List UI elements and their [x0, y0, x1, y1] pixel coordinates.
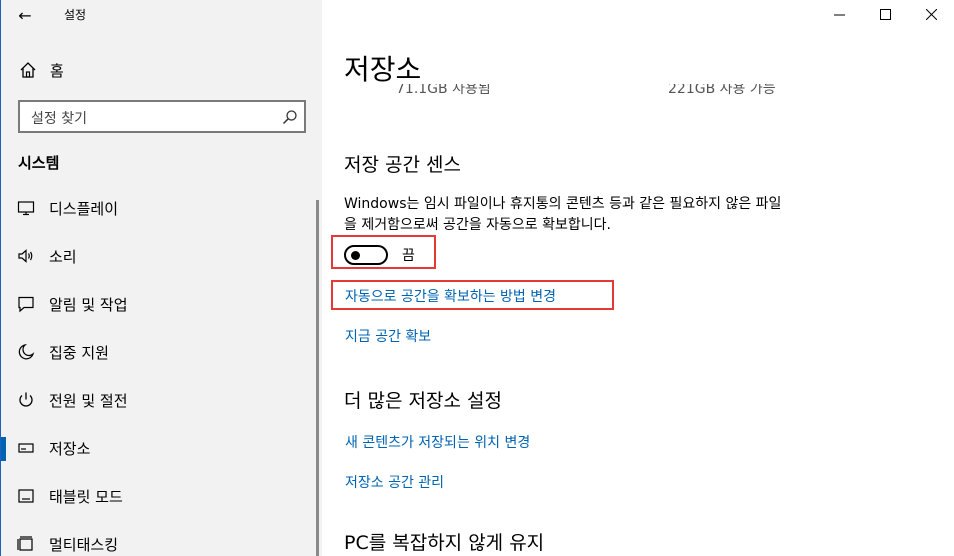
storage-sense-toggle[interactable] [344, 245, 388, 265]
window-controls [816, 0, 954, 30]
sidebar-scrollbar[interactable] [316, 200, 319, 556]
usage-used: 71.1GB 사용됨 [396, 84, 491, 97]
change-save-location-link[interactable]: 새 콘텐츠가 저장되는 위치 변경 [345, 432, 530, 452]
sidebar-item-label: 디스플레이 [49, 200, 119, 218]
app-title: 설정 [64, 8, 87, 22]
sidebar: ← 설정 홈 설정 찾기 시스템 디스플레이 소리 알림 및 작업 집중 지원 … [0, 0, 322, 556]
search-input[interactable]: 설정 찾기 [18, 100, 306, 133]
sidebar-item-tablet-mode[interactable]: 태블릿 모드 [1, 474, 323, 518]
more-storage-settings-heading: 더 많은 저장소 설정 [344, 390, 502, 412]
minimize-icon [833, 14, 845, 15]
home-label: 홈 [50, 62, 64, 80]
storage-sense-heading: 저장 공간 센스 [344, 154, 461, 176]
sidebar-item-label: 멀티태스킹 [49, 536, 119, 554]
manage-storage-spaces-link[interactable]: 저장소 공간 관리 [345, 472, 444, 492]
sidebar-item-label: 전원 및 절전 [49, 392, 128, 410]
search-placeholder: 설정 찾기 [31, 111, 87, 127]
section-title: 시스템 [18, 154, 60, 172]
sidebar-item-storage[interactable]: 저장소 [1, 426, 323, 470]
free-space-now-link[interactable]: 지금 공간 확보 [345, 326, 431, 346]
sidebar-item-label: 소리 [49, 248, 77, 266]
search-icon [282, 110, 297, 125]
toggle-knob [351, 251, 360, 260]
sidebar-item-home[interactable]: 홈 [1, 52, 323, 88]
close-icon [925, 8, 937, 20]
titlebar-left: ← 설정 [1, 0, 323, 30]
close-button[interactable] [908, 0, 954, 28]
change-free-space-link[interactable]: 자동으로 공간을 확보하는 방법 변경 [345, 286, 556, 306]
back-button[interactable]: ← [13, 4, 37, 26]
notification-icon [18, 296, 34, 313]
maximize-icon [879, 8, 891, 20]
sidebar-item-label: 집중 지원 [49, 344, 109, 362]
maximize-button[interactable] [862, 0, 908, 28]
storage-sense-description: Windows는 임시 파일이나 휴지통의 콘텐츠 등과 같은 필요하지 않은 … [344, 196, 782, 233]
home-icon [20, 62, 36, 78]
usage-free: 221GB 사용 가능 [668, 84, 776, 97]
display-icon [17, 201, 35, 216]
keep-pc-clean-heading: PC를 복잡하지 않게 유지 [344, 532, 545, 554]
sidebar-item-focus-assist[interactable]: 집중 지원 [1, 330, 323, 374]
sound-icon [18, 249, 33, 263]
sidebar-item-power[interactable]: 전원 및 절전 [1, 378, 323, 422]
power-icon [19, 392, 33, 407]
sidebar-item-multitasking[interactable]: 멀티태스킹 [1, 522, 323, 556]
tablet-icon [18, 489, 34, 503]
sidebar-item-notifications[interactable]: 알림 및 작업 [1, 282, 323, 326]
page-title: 저장소 [344, 53, 422, 86]
multitasking-icon [17, 536, 33, 551]
sidebar-item-label: 알림 및 작업 [49, 296, 128, 314]
moon-icon [18, 343, 35, 360]
sidebar-item-label: 저장소 [49, 440, 91, 458]
sidebar-item-display[interactable]: 디스플레이 [1, 186, 323, 230]
storage-usage-summary: 71.1GB 사용됨 221GB 사용 가능 [390, 84, 910, 98]
minimize-button[interactable] [816, 0, 862, 28]
sidebar-item-sound[interactable]: 소리 [1, 234, 323, 278]
sidebar-item-label: 태블릿 모드 [49, 488, 123, 506]
storage-icon [18, 443, 34, 453]
toggle-state-label: 끔 [402, 248, 415, 264]
back-arrow-icon: ← [18, 5, 32, 25]
